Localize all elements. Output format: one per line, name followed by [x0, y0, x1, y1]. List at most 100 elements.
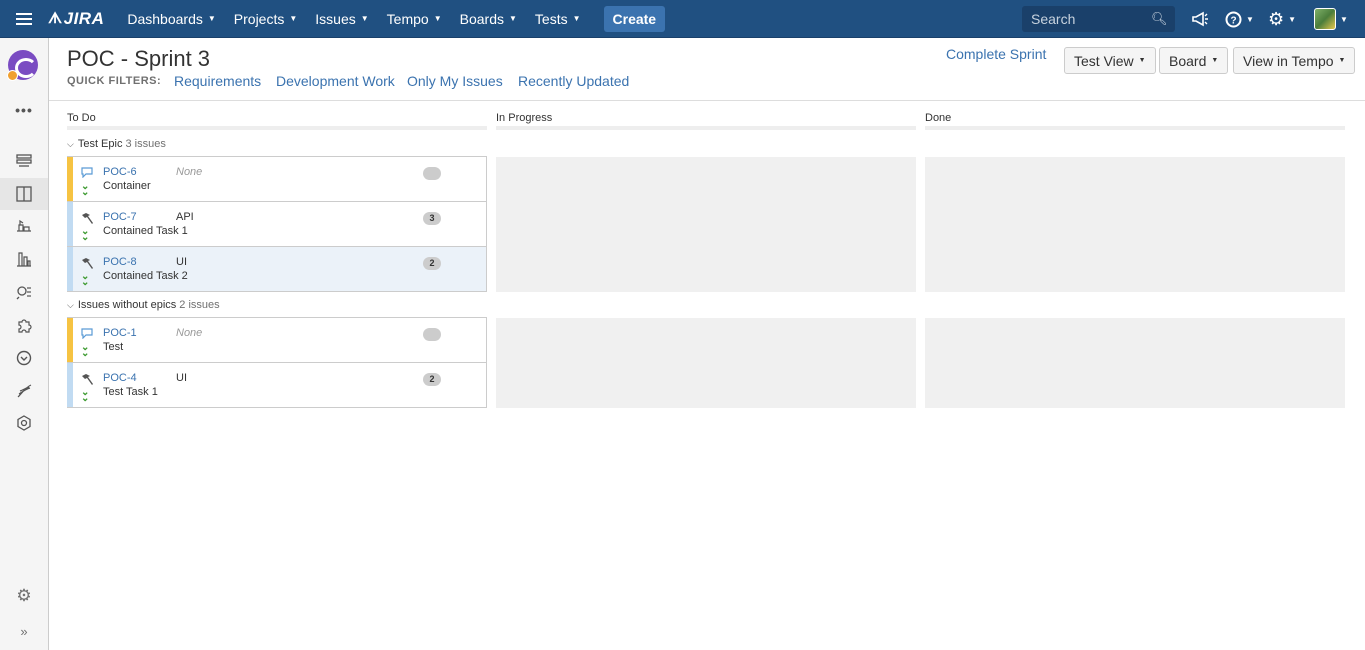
top-navigation: ᗑ JIRA Dashboards ▼ Projects ▼ Issues ▼ Tem… [0, 0, 1365, 38]
search-icon[interactable]: 🔍︎ [1151, 11, 1168, 27]
nav-boards[interactable]: Boards ▼ [451, 0, 526, 38]
chevron-down-icon: ▼ [1246, 14, 1254, 24]
issue-card[interactable]: ⌄ ⌄ POC-7 API Contained Task 1 3 [67, 202, 487, 247]
task-hammer-icon [81, 373, 95, 388]
nav-dashboards[interactable]: Dashboards ▼ [118, 0, 224, 38]
settings-menu[interactable]: ⚙ ▼ [1268, 0, 1296, 38]
nav-boards-label: Boards [459, 10, 504, 27]
nav-issues[interactable]: Issues ▼ [306, 0, 377, 38]
project-settings-gear-icon[interactable]: ⚙ [0, 580, 48, 612]
quick-filter-only-my-issues[interactable]: Only My Issues [407, 73, 503, 89]
estimate-badge [423, 167, 441, 180]
quick-filter-requirements[interactable]: Requirements [174, 73, 261, 89]
task-hammer-icon [81, 212, 95, 227]
wing-icon[interactable] [0, 375, 48, 407]
search-box: 🔍︎ [1022, 6, 1175, 32]
chevron-down-icon: ▼ [508, 14, 517, 23]
issue-card[interactable]: ⌄ ⌄ POC-4 UI Test Task 1 2 [67, 363, 487, 408]
more-icon[interactable]: ••• [0, 94, 48, 126]
expand-sidebar-icon[interactable]: » [0, 615, 48, 647]
create-button[interactable]: Create [603, 5, 666, 32]
swimlane-name: Test Epic [77, 138, 123, 150]
feedback-megaphone-icon[interactable] [1191, 0, 1209, 38]
issue-summary: Container [103, 180, 151, 192]
column-header-in-progress: In Progress [496, 112, 553, 124]
page-title: POC - Sprint 3 [67, 46, 211, 71]
issue-key[interactable]: POC-4 [103, 372, 137, 384]
swimlane-count: 3 issues [125, 138, 166, 150]
header-divider [49, 100, 1365, 101]
nav-tempo[interactable]: Tempo ▼ [378, 0, 451, 38]
issue-summary: Test [103, 341, 124, 353]
nav-projects[interactable]: Projects ▼ [225, 0, 307, 38]
jira-logo[interactable]: ᗑ JIRA [48, 9, 104, 29]
components-puzzle-icon[interactable] [0, 309, 48, 341]
search-input[interactable] [1031, 11, 1151, 27]
card-grabber [67, 363, 73, 407]
add-on-hexagon-icon[interactable] [0, 407, 48, 439]
nav-issues-label: Issues [315, 10, 356, 27]
avatar [1314, 8, 1336, 30]
view-in-tempo-button[interactable]: View in Tempo ▼ [1233, 47, 1356, 74]
backlog-icon[interactable] [0, 145, 48, 177]
issue-card[interactable]: ⌄ ⌄ POC-6 None Container [67, 156, 487, 202]
quick-filter-recently-updated[interactable]: Recently Updated [518, 73, 629, 89]
help-menu[interactable]: ? ▼ [1225, 0, 1254, 38]
issue-key[interactable]: POC-7 [103, 211, 137, 223]
issues-search-icon[interactable] [0, 276, 48, 308]
chevron-down-icon: ▼ [433, 14, 442, 23]
project-sidebar: ••• ⚙ » [0, 38, 49, 650]
reports-icon[interactable] [0, 243, 48, 275]
swimlane-name: Issues without epics [77, 299, 177, 311]
in-progress-drop-zone[interactable] [496, 318, 916, 408]
active-sprints-icon[interactable] [0, 178, 48, 210]
quick-filters-label: QUICK FILTERS: [67, 75, 162, 87]
jira-logo-text: JIRA [63, 8, 105, 28]
user-menu[interactable]: ▼ [1314, 0, 1348, 38]
done-drop-zone[interactable] [925, 157, 1345, 292]
task-hammer-icon [81, 257, 95, 272]
issue-card[interactable]: ⌄ ⌄ POC-8 UI Contained Task 2 2 [67, 247, 487, 292]
chevron-down-icon: ⌵ [67, 299, 74, 310]
complete-sprint-link[interactable]: Complete Sprint [946, 46, 1046, 62]
nav-projects-label: Projects [233, 10, 285, 27]
nav-tempo-label: Tempo [386, 10, 429, 27]
swimlane-header[interactable]: ⌵ Issues without epics 2 issues [67, 299, 220, 311]
issue-epic: UI [176, 372, 187, 384]
issue-key[interactable]: POC-6 [103, 166, 137, 178]
done-drop-zone[interactable] [925, 318, 1345, 408]
test-view-button[interactable]: Test View ▼ [1064, 47, 1156, 74]
nav-dashboards-label: Dashboards [127, 10, 203, 27]
swimlane-header[interactable]: ⌵ Test Epic 3 issues [67, 138, 166, 150]
estimate-badge: 3 [423, 212, 441, 225]
chevron-down-icon: ▼ [1338, 57, 1346, 64]
issue-summary: Contained Task 2 [103, 270, 188, 282]
tempo-clock-icon[interactable] [0, 342, 48, 374]
issue-key[interactable]: POC-8 [103, 256, 137, 268]
column-bar-in-progress [496, 126, 916, 130]
board-button[interactable]: Board ▼ [1159, 47, 1229, 74]
issue-summary: Test Task 1 [103, 386, 158, 398]
test-view-label: Test View [1074, 52, 1134, 69]
priority-low-icon: ⌄ ⌄ [81, 181, 90, 198]
issue-epic: API [176, 211, 194, 223]
chevron-down-icon: ▼ [360, 14, 369, 23]
quick-filter-development-work[interactable]: Development Work [276, 73, 395, 89]
priority-low-icon: ⌄ ⌄ [81, 387, 90, 404]
nav-tests[interactable]: Tests ▼ [526, 0, 590, 38]
gear-icon: ⚙ [1268, 8, 1285, 29]
app-switcher-menu-icon[interactable] [0, 0, 48, 38]
board-label: Board [1169, 52, 1207, 69]
issue-epic: None [176, 327, 203, 339]
card-grabber [67, 247, 73, 291]
swimlane-count: 2 issues [179, 299, 220, 311]
in-progress-drop-zone[interactable] [496, 157, 916, 292]
chevron-down-icon: ▼ [1340, 14, 1348, 24]
issue-card[interactable]: ⌄ ⌄ POC-1 None Test [67, 317, 487, 363]
releases-icon[interactable] [0, 210, 48, 242]
chevron-down-icon: ▼ [1288, 14, 1297, 24]
help-icon: ? [1225, 11, 1242, 27]
issue-key[interactable]: POC-1 [103, 327, 137, 339]
column-bar-done [925, 126, 1345, 130]
story-comment-icon [81, 328, 93, 342]
